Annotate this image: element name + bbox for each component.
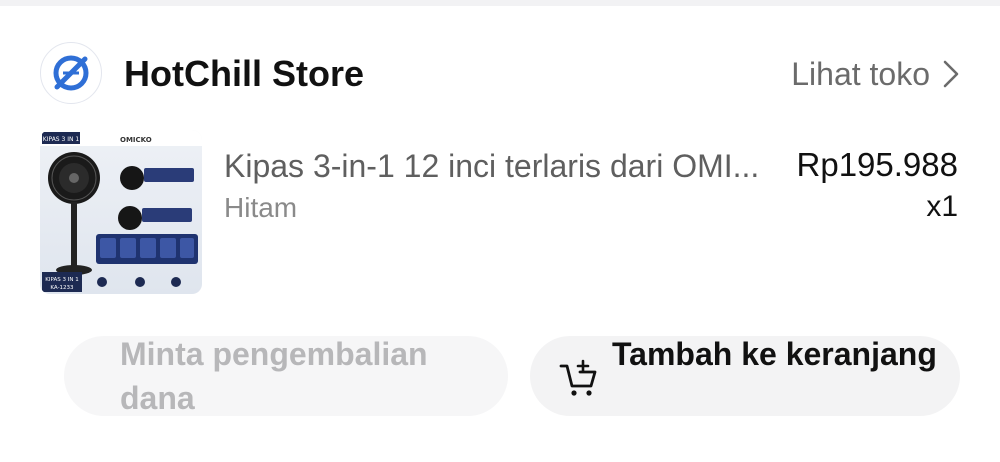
thumb-model: KA-1233	[50, 285, 74, 291]
add-to-cart-button[interactable]: Tambah ke keranjang	[530, 336, 960, 416]
view-store-link[interactable]: Lihat toko	[791, 54, 960, 94]
product-quantity: x1	[926, 190, 958, 223]
store-name[interactable]: HotChill Store	[124, 53, 364, 95]
store-logo-icon	[53, 55, 89, 91]
thumb-badge-top: KIPAS 3 IN 1	[43, 136, 80, 143]
request-refund-button[interactable]: Minta pengembalian dana	[64, 336, 508, 416]
store-logo[interactable]	[40, 42, 102, 104]
product-price: Rp195.988	[796, 146, 958, 183]
store-header: HotChill Store Lihat toko	[40, 40, 960, 104]
thumb-badge-bottom: KIPAS 3 IN 1	[45, 277, 78, 283]
product-row[interactable]: KIPAS 3 IN 1 OMICKO KIPAS 3 IN 1 KA-1233…	[40, 130, 958, 296]
product-variant: Hitam	[224, 192, 298, 223]
add-to-cart-icon	[559, 359, 597, 396]
order-card: HotChill Store Lihat toko KIPAS 3 IN 1 O…	[0, 6, 1000, 462]
add-to-cart-label: Tambah ke keranjang	[612, 336, 937, 372]
view-store-label: Lihat toko	[791, 55, 930, 92]
request-refund-label: Minta pengembalian dana	[120, 336, 428, 416]
thumb-brand: OMICKO	[120, 136, 152, 144]
fan-product-image: KIPAS 3 IN 1 OMICKO KIPAS 3 IN 1 KA-1233	[40, 130, 202, 294]
product-thumbnail[interactable]: KIPAS 3 IN 1 OMICKO KIPAS 3 IN 1 KA-1233	[40, 130, 202, 294]
chevron-right-icon	[943, 60, 959, 88]
product-title: Kipas 3-in-1 12 inci terlaris dari OMI..…	[224, 148, 760, 184]
